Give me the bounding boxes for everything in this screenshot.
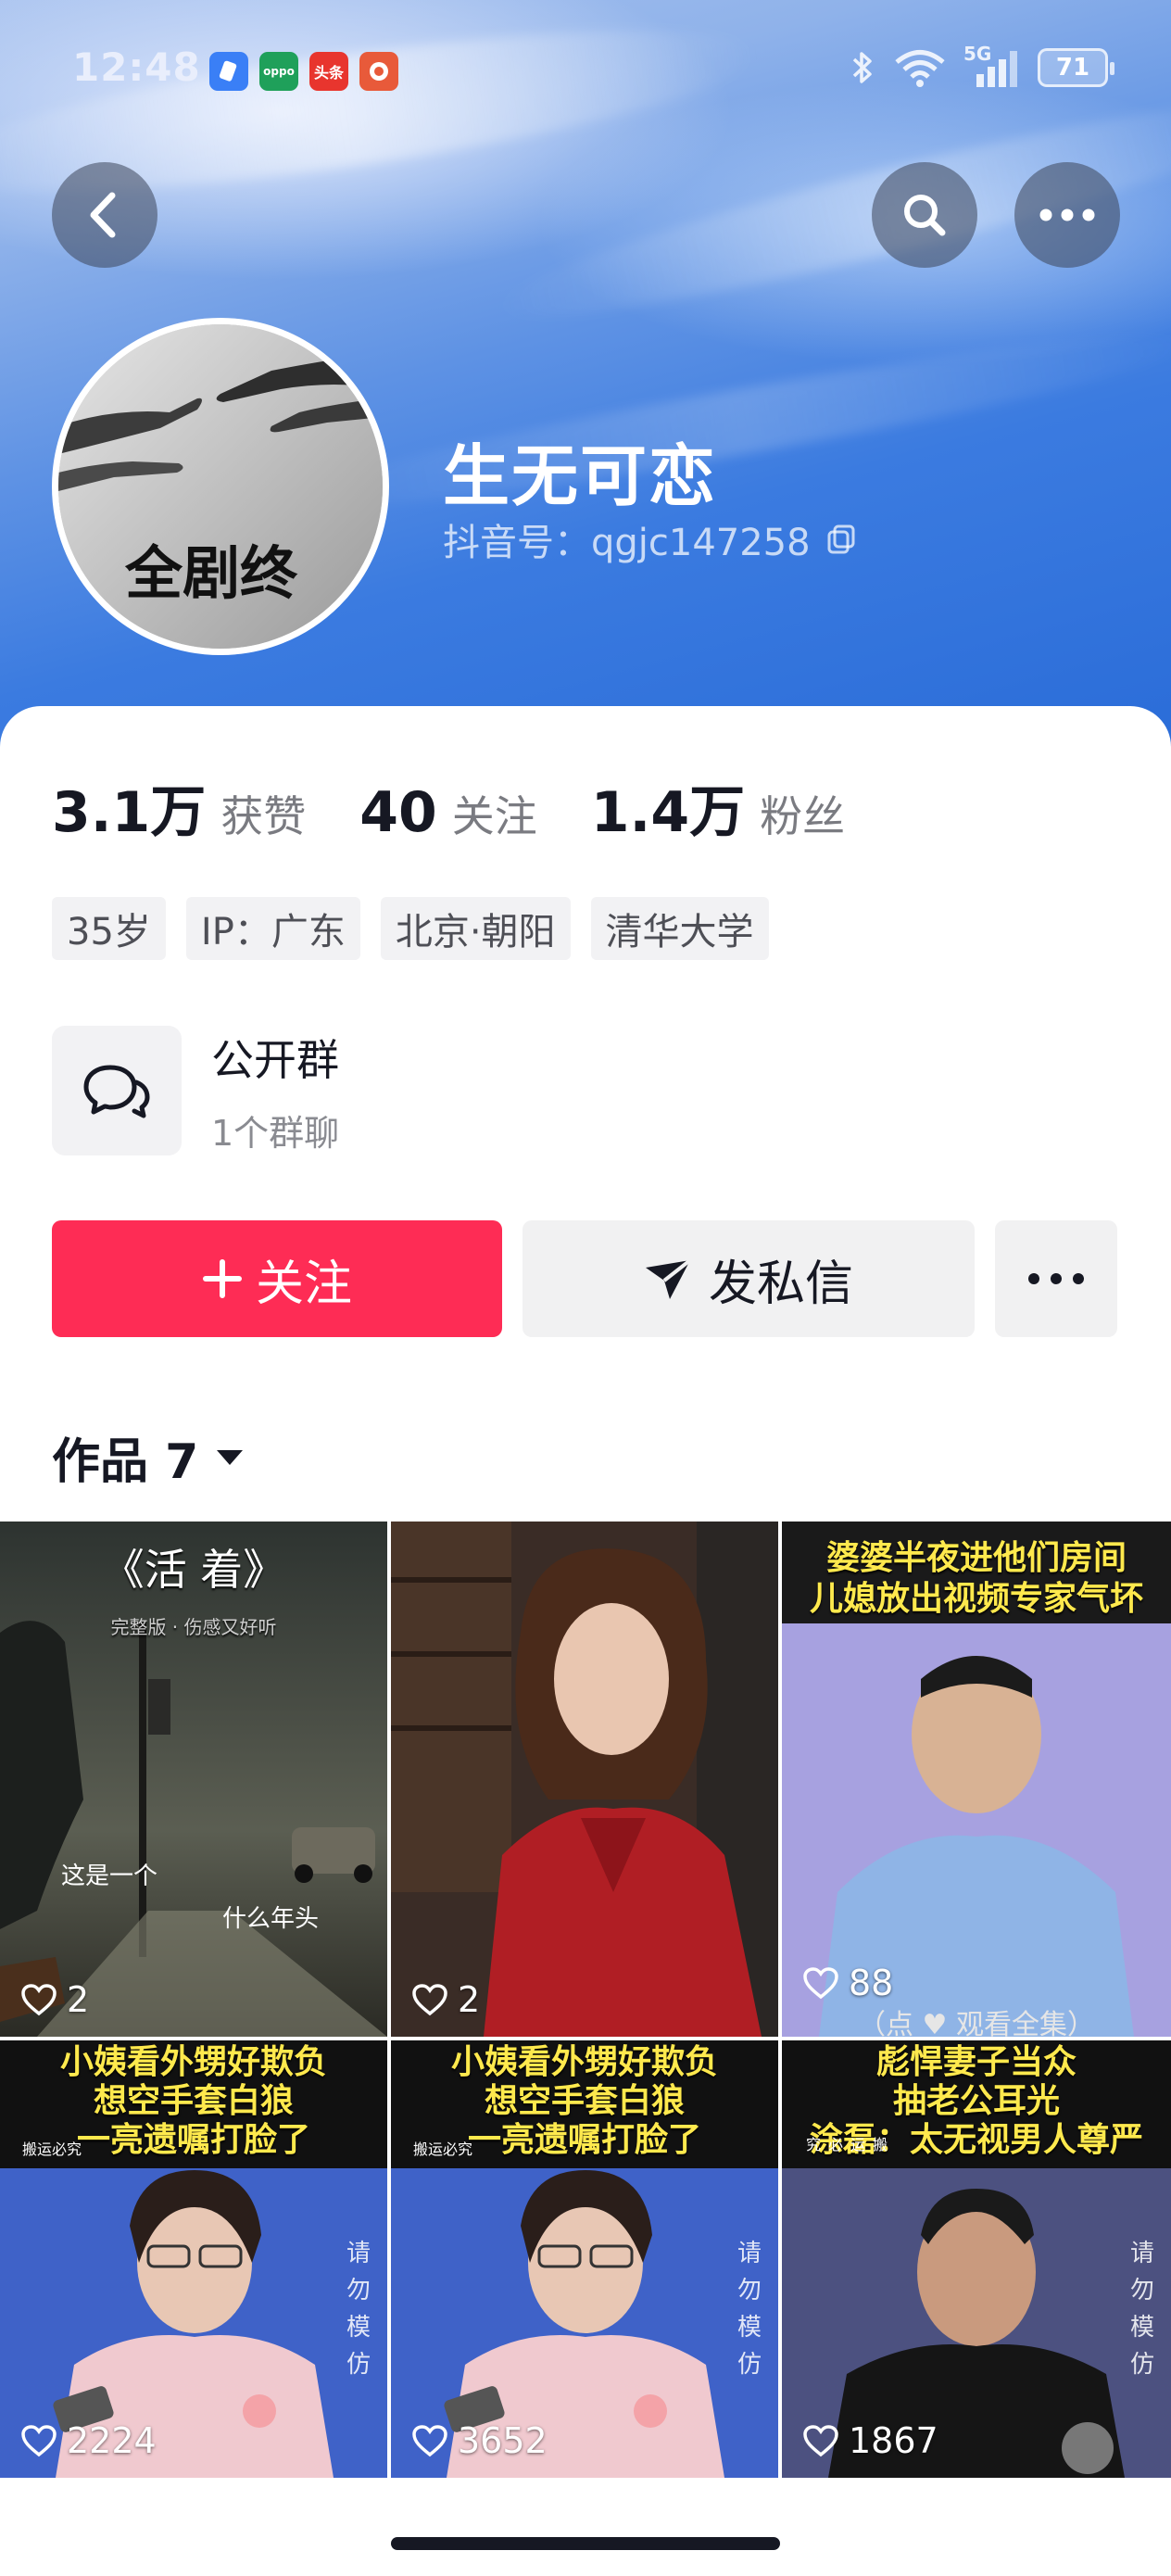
game-app-icon [359, 52, 398, 91]
public-group-entry[interactable]: 公开群 1个群聊 [52, 1026, 339, 1155]
heart-icon [21, 2425, 57, 2457]
watermark-tag: 搬运必究 [22, 2140, 82, 2158]
likes-count: 3652 [458, 2420, 548, 2461]
video-caption-line-2: 儿媳放出视频专家气坏 [809, 1580, 1143, 1618]
video-caption-line-1: 小姨看外甥好欺负 [59, 2043, 327, 2081]
watermark-tag: 搬运必究 [413, 2140, 473, 2158]
heart-icon [412, 1984, 447, 2016]
works-label: 作品 7 [52, 1434, 199, 1490]
side-notice: 请勿模仿 [737, 2240, 762, 2379]
group-chat-icon [52, 1026, 182, 1155]
caret-down-icon [217, 1449, 244, 1465]
wifi-icon [895, 50, 945, 87]
video-likes: 2224 [20, 2420, 157, 2461]
video-thumbnail [0, 1522, 387, 2037]
video-tile-2[interactable]: 2 [391, 1522, 778, 2037]
works-tab[interactable]: 作品 7 [52, 1422, 245, 1492]
video-likes: 2 [411, 1979, 480, 2020]
video-likes: 3652 [411, 2420, 548, 2461]
home-indicator[interactable] [391, 2537, 780, 2550]
status-indicators: 5G 71 [849, 43, 1114, 87]
heart-icon [21, 1984, 57, 2016]
likes-count[interactable]: 3.1万 [52, 767, 206, 848]
likes-count: 88 [849, 1963, 894, 2003]
more-options-button[interactable] [1014, 162, 1120, 268]
tag-age: 35岁 [52, 897, 166, 960]
followers-label[interactable]: 粉丝 [760, 783, 845, 844]
app-icon-1 [209, 52, 248, 91]
side-notice: 请勿模仿 [346, 2240, 371, 2379]
copy-icon[interactable] [825, 524, 857, 555]
video-caption-line-1: 彪悍妻子当众 [875, 2043, 1077, 2081]
tag-ip: IP：广东 [185, 897, 360, 960]
video-likes: 1867 [802, 2420, 938, 2461]
video-caption-line-2: 抽老公耳光 [892, 2082, 1060, 2120]
tag-location: 北京·朝阳 [380, 897, 571, 960]
group-title: 公开群 [211, 1034, 339, 1085]
search-button[interactable] [872, 162, 977, 268]
toutiao-app-icon: 头条 [309, 52, 348, 91]
group-subtitle: 1个群聊 [211, 1112, 340, 1154]
profile-actions: 关注 发私信 [52, 1220, 1117, 1337]
video-tile-5[interactable]: 小姨看外甥好欺负 想空手套白狼 一亮遗嘱打脸了 搬运必究 请勿模仿 3652 [391, 2040, 778, 2478]
side-notice: 请勿模仿 [1130, 2240, 1155, 2379]
video-caption-line-2: 想空手套白狼 [484, 2082, 685, 2120]
chevron-left-icon [90, 192, 116, 238]
video-title: 《活 着》 [101, 1545, 286, 1595]
video-likes: 2 [20, 1979, 89, 2020]
avatar-caption: 全剧终 [124, 539, 298, 607]
avatar-image: 全剧终 [58, 324, 383, 649]
battery-indicator: 71 [1038, 48, 1114, 87]
video-grid: 《活 着》 完整版 · 伤感又好听 这是一个 什么年头 2 2 婆婆半夜进他们房… [0, 1522, 1171, 2478]
video-subtitle: 完整版 · 伤感又好听 [110, 1616, 277, 1638]
send-message-label: 发私信 [708, 1256, 853, 1312]
video-tile-1[interactable]: 《活 着》 完整版 · 伤感又好听 这是一个 什么年头 2 [0, 1522, 387, 2037]
oppo-app-icon: oppo [259, 52, 298, 91]
watermark-tag: 搬运必究 [803, 2137, 888, 2152]
following-count[interactable]: 40 [359, 780, 437, 845]
signal-icon: 5G [963, 43, 1021, 87]
heart-icon [412, 2425, 447, 2457]
tag-school: 清华大学 [590, 897, 769, 960]
bluetooth-icon [852, 52, 872, 83]
profile-stats: 3.1万 获赞 40 关注 1.4万 粉丝 [52, 767, 899, 848]
video-caption-line-1: 小姨看外甥好欺负 [450, 2043, 718, 2081]
send-icon [645, 1258, 692, 1299]
follow-label: 关注 [255, 1256, 352, 1312]
video-caption-line-1: 婆婆半夜进他们房间 [825, 1539, 1127, 1577]
video-subtitle-line-2: 什么年头 [222, 1905, 320, 1933]
likes-count: 1867 [849, 2420, 938, 2461]
plus-icon [202, 1259, 242, 1298]
status-time: 12:48 [72, 44, 201, 90]
douyin-id: 抖音号：qgjc147258 [443, 522, 811, 564]
back-button[interactable] [52, 162, 157, 268]
video-tile-4[interactable]: 小姨看外甥好欺负 想空手套白狼 一亮遗嘱打脸了 搬运必究 请勿模仿 2224 [0, 2040, 387, 2478]
profile-tags: 35岁 IP：广东 北京·朝阳 清华大学 [52, 897, 769, 960]
status-bar: 12:48 oppo 头条 5G 71 [0, 0, 1171, 139]
more-dots-icon [1028, 1273, 1084, 1284]
send-message-button[interactable]: 发私信 [523, 1220, 975, 1337]
video-tile-3[interactable]: 婆婆半夜进他们房间 儿媳放出视频专家气坏 （点 ♥ 观看全集） 88 [782, 1522, 1171, 2037]
video-footer-text: （点 ♥ 观看全集） [858, 2009, 1095, 2037]
follow-button[interactable]: 关注 [52, 1220, 502, 1337]
heart-icon [803, 1967, 838, 2000]
likes-count: 2 [67, 1979, 90, 2020]
profile-nickname: 生无可恋 [443, 437, 718, 515]
video-caption-line-2: 想空手套白狼 [93, 2082, 294, 2120]
following-label[interactable]: 关注 [452, 783, 537, 844]
followers-count[interactable]: 1.4万 [591, 767, 745, 848]
video-thumbnail [391, 1522, 778, 2037]
more-actions-button[interactable] [995, 1220, 1117, 1337]
likes-count: 2224 [67, 2420, 157, 2461]
heart-icon [803, 2425, 838, 2457]
video-subtitle-line-1: 这是一个 [61, 1863, 158, 1890]
more-dots-icon [1039, 208, 1095, 221]
avatar[interactable]: 全剧终 [52, 318, 389, 655]
likes-label[interactable]: 获赞 [220, 783, 306, 844]
search-icon [904, 195, 946, 236]
video-tile-6[interactable]: 彪悍妻子当众 抽老公耳光 涂磊：太无视男人尊严 搬运必究 请勿模仿 1867 [782, 2040, 1171, 2478]
douyin-id-row[interactable]: 抖音号：qgjc147258 [443, 512, 857, 566]
likes-count: 2 [458, 1979, 481, 2020]
video-likes: 88 [802, 1963, 893, 2003]
